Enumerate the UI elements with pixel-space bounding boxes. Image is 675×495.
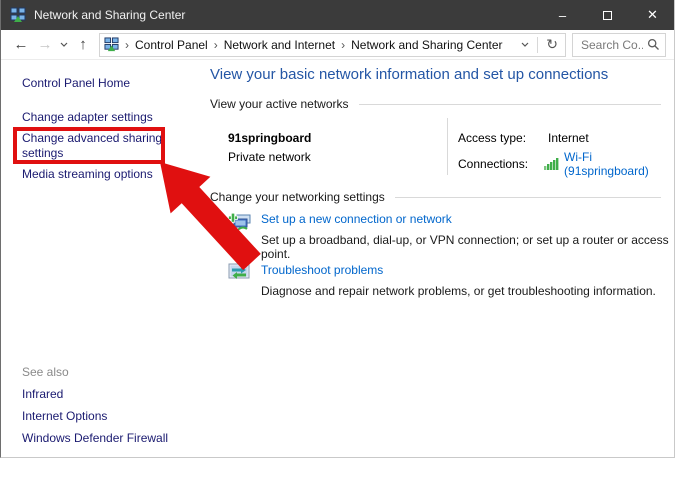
maximize-button[interactable] (585, 0, 630, 30)
see-also-label: See also (22, 365, 69, 379)
address-bar: ← → ↑ › Control Panel › Network and Inte… (1, 30, 674, 60)
troubleshoot-problems-description: Diagnose and repair network problems, or… (261, 284, 656, 298)
sidebar-item-change-advanced-sharing-settings[interactable]: Change advanced sharing settings (22, 131, 170, 161)
search-icon (647, 38, 660, 54)
troubleshoot-problems-item: Troubleshoot problems Diagnose and repai… (228, 263, 656, 298)
back-button[interactable]: ← (9, 37, 33, 52)
page-title: View your basic network information and … (210, 66, 608, 83)
breadcrumb[interactable]: › Control Panel › Network and Internet ›… (99, 33, 566, 57)
network-type: Private network (228, 150, 311, 164)
up-button[interactable]: ↑ (71, 37, 95, 52)
minimize-button[interactable]: – (540, 0, 585, 30)
setup-new-connection-item: Set up a new connection or network Set u… (228, 212, 675, 261)
sidebar-item-media-streaming-options[interactable]: Media streaming options (22, 167, 153, 181)
network-sharing-center-window: Network and Sharing Center – ✕ ← → ↑ (0, 0, 675, 495)
maximize-icon (603, 11, 612, 20)
active-network-details: Access type: Internet Connections: Wi-Fi… (458, 131, 675, 183)
breadcrumb-network-and-internet[interactable]: Network and Internet (224, 38, 335, 52)
close-button[interactable]: ✕ (630, 0, 675, 30)
networking-settings-label: Change your networking settings (210, 190, 385, 204)
connections-label: Connections: (458, 157, 544, 171)
window-controls: – ✕ (540, 0, 675, 30)
setup-new-connection-description: Set up a broadband, dial-up, or VPN conn… (261, 233, 669, 261)
sidebar-item-internet-options[interactable]: Internet Options (22, 409, 107, 423)
new-connection-icon (228, 212, 252, 261)
divider (359, 104, 661, 105)
sidebar-item-control-panel-home[interactable]: Control Panel Home (22, 76, 130, 90)
breadcrumb-separator-icon: › (214, 38, 218, 52)
access-type-value: Internet (548, 131, 589, 145)
active-networks-section-header: View your active networks (210, 97, 661, 111)
wifi-signal-icon (544, 158, 560, 170)
refresh-icon[interactable]: ↻ (543, 36, 561, 53)
active-network-summary: 91springboard Private network (228, 131, 311, 164)
network-icon (104, 37, 119, 52)
breadcrumb-separator-icon: › (341, 38, 345, 52)
divider (447, 118, 448, 175)
title-bar: Network and Sharing Center – ✕ (0, 0, 675, 30)
sidebar-item-windows-defender-firewall[interactable]: Windows Defender Firewall (22, 431, 168, 445)
breadcrumb-control-panel[interactable]: Control Panel (135, 38, 208, 52)
networking-settings-section-header: Change your networking settings (210, 190, 661, 204)
wifi-connection-link[interactable]: Wi-Fi (91springboard) (564, 150, 675, 178)
recent-pages-dropdown[interactable] (57, 42, 71, 47)
divider (537, 37, 538, 53)
window-title: Network and Sharing Center (34, 8, 185, 22)
sidebar-item-change-adapter-settings[interactable]: Change adapter settings (22, 110, 153, 124)
active-networks-label: View your active networks (210, 97, 349, 111)
setup-new-connection-link[interactable]: Set up a new connection or network (261, 212, 452, 226)
sidebar-item-infrared[interactable]: Infrared (22, 387, 63, 401)
troubleshoot-problems-link[interactable]: Troubleshoot problems (261, 263, 383, 277)
network-name: 91springboard (228, 131, 311, 145)
forward-button[interactable]: → (33, 37, 57, 52)
divider (395, 197, 661, 198)
network-icon (10, 7, 26, 23)
troubleshoot-icon (228, 263, 252, 298)
breadcrumb-separator-icon: › (125, 38, 129, 52)
breadcrumb-network-and-sharing-center[interactable]: Network and Sharing Center (351, 38, 502, 52)
address-dropdown-icon[interactable] (518, 42, 532, 47)
access-type-label: Access type: (458, 131, 548, 145)
